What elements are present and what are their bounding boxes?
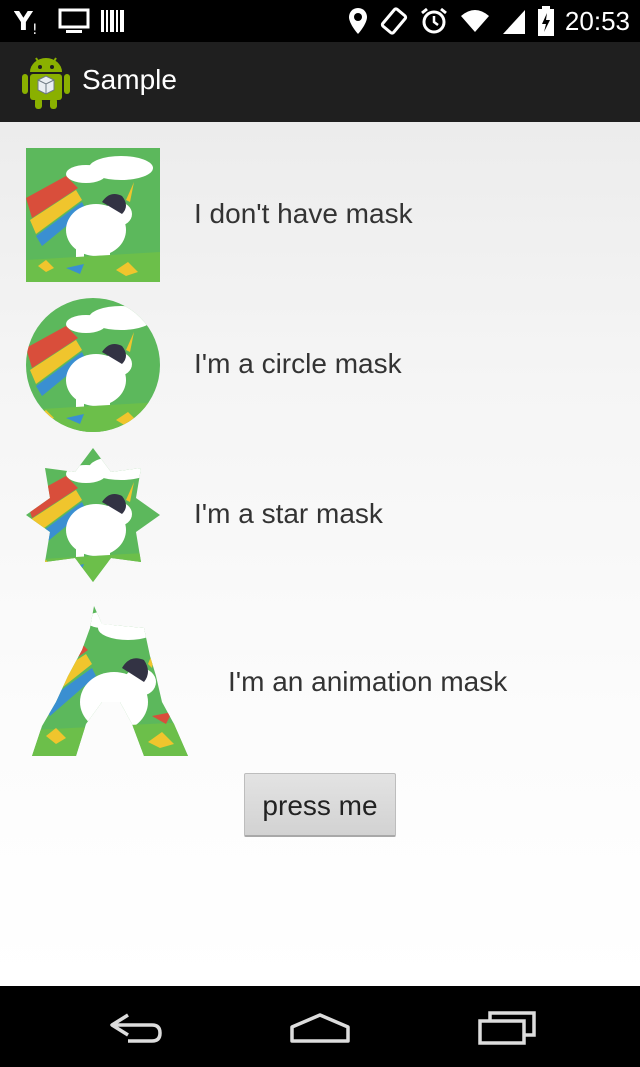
list-item: I don't have mask: [0, 148, 640, 282]
app-title: Sample: [82, 64, 177, 95]
list-item: I'm a circle mask: [0, 298, 640, 432]
list-item: I'm an animation mask: [0, 606, 640, 758]
battery-charging-icon: [537, 6, 554, 36]
svg-text:Y: Y: [14, 7, 34, 36]
location-pin-icon: [348, 8, 367, 34]
svg-text:!: !: [32, 22, 38, 36]
press-me-button[interactable]: press me: [244, 773, 396, 837]
home-icon[interactable]: [284, 1003, 356, 1051]
status-clock: 20:53: [564, 6, 630, 36]
unicorn-image-star-mask: [26, 448, 160, 582]
unicorn-image-circle-mask: [26, 298, 160, 432]
content-area: I don't have mask I'm a circle mask I'm …: [0, 122, 640, 986]
unicorn-image-no-mask: [26, 148, 160, 282]
row-label: I'm an animation mask: [228, 666, 508, 697]
action-bar: Sample: [0, 42, 640, 122]
list-item: I'm a star mask: [0, 448, 640, 582]
rotate-icon: [380, 7, 408, 35]
wifi-icon: [460, 10, 489, 32]
recent-apps-icon[interactable]: [470, 1003, 542, 1051]
signal-icon: [502, 10, 525, 34]
row-label: I'm a circle mask: [194, 348, 402, 379]
android-app-icon: [22, 57, 70, 109]
row-label: I'm a star mask: [194, 498, 383, 529]
status-left-icons: Y !: [14, 6, 126, 36]
unicorn-image-animation-mask: [32, 606, 188, 756]
monitor-icon: [58, 8, 90, 33]
barcode-icon: [101, 10, 124, 32]
alarm-icon: [420, 7, 447, 34]
status-bar: Y ! 20:53: [0, 0, 640, 42]
row-label: I don't have mask: [194, 198, 413, 229]
navigation-bar: [0, 987, 640, 1067]
status-right-icons: 20:53: [347, 4, 630, 38]
yahoo-messenger-icon: Y !: [14, 7, 38, 36]
back-icon[interactable]: [98, 1003, 170, 1051]
